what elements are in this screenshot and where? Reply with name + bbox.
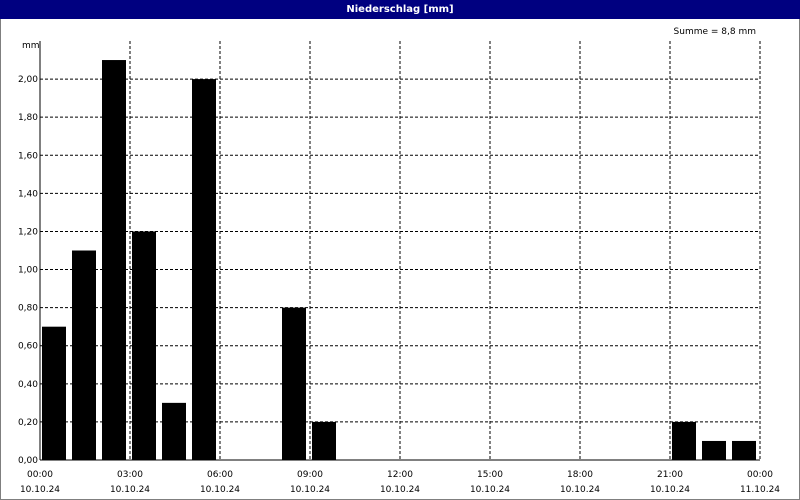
x-tick-label-time: 00:00 — [747, 470, 773, 480]
x-tick-label-date: 10.10.24 — [20, 485, 60, 495]
x-tick-label-date: 10.10.24 — [200, 485, 240, 495]
bar — [702, 440, 726, 460]
y-tick-label: 0,60 — [18, 342, 38, 352]
x-tick-label-date: 10.10.24 — [650, 485, 690, 495]
x-tick-label-time: 03:00 — [117, 470, 143, 480]
bar — [672, 421, 696, 460]
x-tick-label-date: 10.10.24 — [380, 485, 420, 495]
y-tick-label: 1,00 — [18, 266, 38, 276]
x-tick-label-date: 10.10.24 — [470, 485, 510, 495]
x-tick-label-time: 21:00 — [657, 470, 683, 480]
y-axis-label: mm — [22, 41, 40, 51]
precipitation-chart: mm Summe = 8,8 mm 0,00 0,20 0,40 0,60 0,80 1,… — [18, 27, 780, 495]
y-tick-label: 0,80 — [18, 304, 38, 314]
y-tick-label: 0,00 — [18, 456, 38, 466]
x-tick-label-time: 15:00 — [477, 470, 503, 480]
y-tick-label: 0,20 — [18, 418, 38, 428]
x-tick-label-time: 18:00 — [567, 470, 593, 480]
bar — [732, 440, 756, 460]
bars — [42, 60, 756, 460]
y-tick-label: 2,00 — [18, 75, 38, 85]
bar — [102, 60, 126, 460]
sum-annotation: Summe = 8,8 mm — [674, 27, 756, 37]
x-tick-label-date: 11.10.24 — [740, 485, 780, 495]
y-tick-label: 1,60 — [18, 151, 38, 161]
bar — [72, 250, 96, 460]
x-tick-label-date: 10.10.24 — [560, 485, 600, 495]
y-tick-label: 1,40 — [18, 189, 38, 199]
x-tick-label-time: 12:00 — [387, 470, 413, 480]
y-tick-label: 0,40 — [18, 380, 38, 390]
y-tick-label: 1,80 — [18, 113, 38, 123]
bar — [132, 231, 156, 460]
x-tick-labels: 00:00 10.10.24 03:00 10.10.24 06:00 10.10.24 0… — [20, 470, 780, 495]
bar — [42, 326, 66, 460]
y-tick-labels: 0,00 0,20 0,40 0,60 0,80 1,00 1,20 1,40 1,60 1,80… — [18, 75, 38, 466]
x-tick-label-date: 10.10.24 — [110, 485, 150, 495]
x-tick-label-time: 09:00 — [297, 470, 323, 480]
bar — [162, 402, 186, 460]
x-tick-label-time: 06:00 — [207, 470, 233, 480]
x-tick-label-time: 00:00 — [27, 470, 53, 480]
bar — [282, 307, 306, 460]
y-tick-label: 1,20 — [18, 227, 38, 237]
bar — [192, 79, 216, 460]
x-tick-label-date: 10.10.24 — [290, 485, 330, 495]
bar — [312, 421, 336, 460]
